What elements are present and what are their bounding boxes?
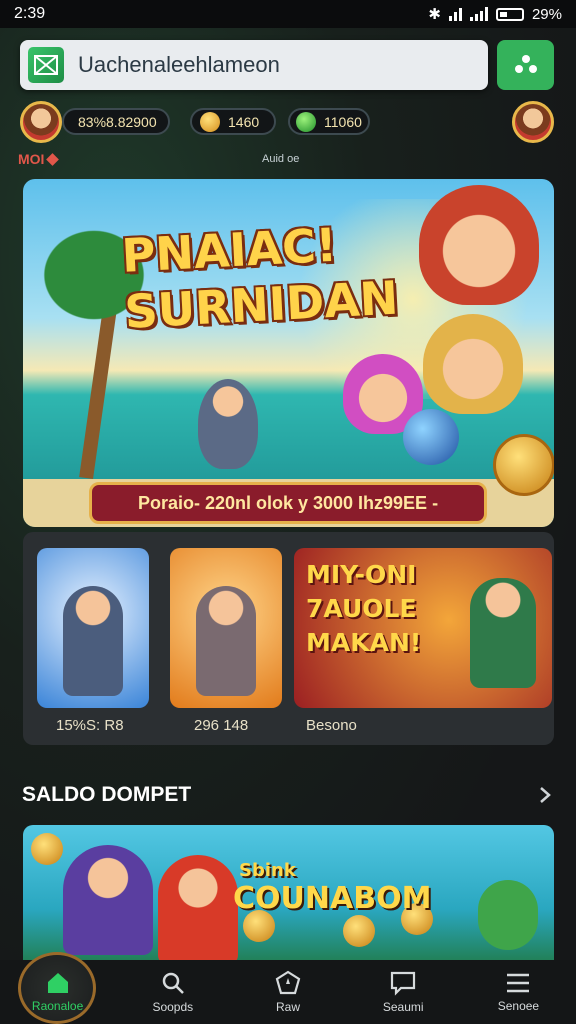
compass-icon xyxy=(275,970,301,995)
gem-icon xyxy=(296,111,316,132)
banner-character-image xyxy=(63,845,153,955)
bluetooth-icon: ✱ xyxy=(428,6,441,23)
status-time: 2:39 xyxy=(14,5,46,22)
game-card-label: 296 148 xyxy=(194,717,249,734)
chevron-right-icon[interactable] xyxy=(538,785,552,805)
game-card[interactable] xyxy=(170,548,282,708)
user-group-icon xyxy=(514,55,537,73)
bolt-icon xyxy=(200,111,220,132)
battery-icon xyxy=(495,7,524,21)
search-input[interactable]: Uachenaleehlameon xyxy=(78,52,280,78)
ball-image xyxy=(403,409,459,465)
promo-banner[interactable]: Poraio- 220nl olok y 3000 Ihz99EE - xyxy=(89,482,487,524)
hero-character-image xyxy=(198,379,258,469)
gems-pill[interactable]: 11060 xyxy=(288,108,370,135)
hero-character-image xyxy=(423,314,523,414)
banner-title: Sbink COUNABOM xyxy=(233,860,432,916)
nav-menu[interactable]: Senoee xyxy=(461,960,576,1024)
menu-icon xyxy=(507,973,530,993)
promo-card[interactable]: Sbink COUNABOM xyxy=(23,825,554,965)
player-avatar[interactable] xyxy=(20,101,62,143)
balance-value: 83%8.82900 xyxy=(78,113,157,130)
game-card[interactable] xyxy=(37,548,149,708)
bolts-value: 1460 xyxy=(228,113,260,130)
monster-image xyxy=(478,880,538,950)
level-badge: MOI xyxy=(18,151,60,167)
nav-explore[interactable]: Raw xyxy=(230,960,345,1024)
section-title: SALDO DOMPET xyxy=(22,783,192,806)
search-bar[interactable]: Uachenaleehlameon xyxy=(20,40,488,90)
game-character-image xyxy=(470,578,536,688)
battery-percent: 29% xyxy=(531,5,562,23)
coin-icon xyxy=(493,434,554,496)
nav-chat[interactable]: Seaumi xyxy=(346,960,461,1024)
app-logo-icon xyxy=(28,47,64,83)
status-bar: 2:39 ✱ 29% xyxy=(0,0,576,28)
game-character-image xyxy=(63,586,123,696)
game-card-label: 15%S: R8 xyxy=(56,717,124,734)
search-icon xyxy=(162,972,184,994)
featured-title: MIY-ONI 7AUOLE MAKAN! xyxy=(306,560,422,657)
gems-value: 11060 xyxy=(324,113,362,130)
wifi-icon xyxy=(448,7,462,21)
banner-character-image xyxy=(158,855,238,965)
signal-icon xyxy=(469,7,488,21)
coin-icon xyxy=(31,833,63,865)
bottom-nav: Raonaloe Soopds Raw Seaumi Senoee xyxy=(0,952,576,1024)
hero-title: PNAIAC! SURNIDAN xyxy=(120,217,400,339)
diamond-icon xyxy=(46,152,60,166)
chat-icon xyxy=(391,971,416,996)
friend-avatar[interactable] xyxy=(512,101,554,143)
hero-banner[interactable]: PNAIAC! SURNIDAN Poraio- 220nl olok y 30… xyxy=(23,179,554,527)
bolts-pill[interactable]: 1460 xyxy=(190,108,276,135)
balance-pill[interactable]: 83%8.82900 xyxy=(62,108,170,135)
game-card-label: Besono xyxy=(306,717,357,734)
coin-icon xyxy=(343,915,375,947)
game-card-featured[interactable]: MIY-ONI 7AUOLE MAKAN! xyxy=(294,548,552,708)
game-character-image xyxy=(196,586,256,696)
profile-button[interactable] xyxy=(497,40,554,90)
center-label: Auid oe xyxy=(262,153,300,165)
nav-search[interactable]: Soopds xyxy=(115,960,230,1024)
home-icon xyxy=(47,973,68,993)
nav-home[interactable]: Raonaloe xyxy=(0,952,115,1024)
app-screen: 2:39 ✱ 29% Uachenaleehlameon 83%8.82900 … xyxy=(0,0,576,1024)
